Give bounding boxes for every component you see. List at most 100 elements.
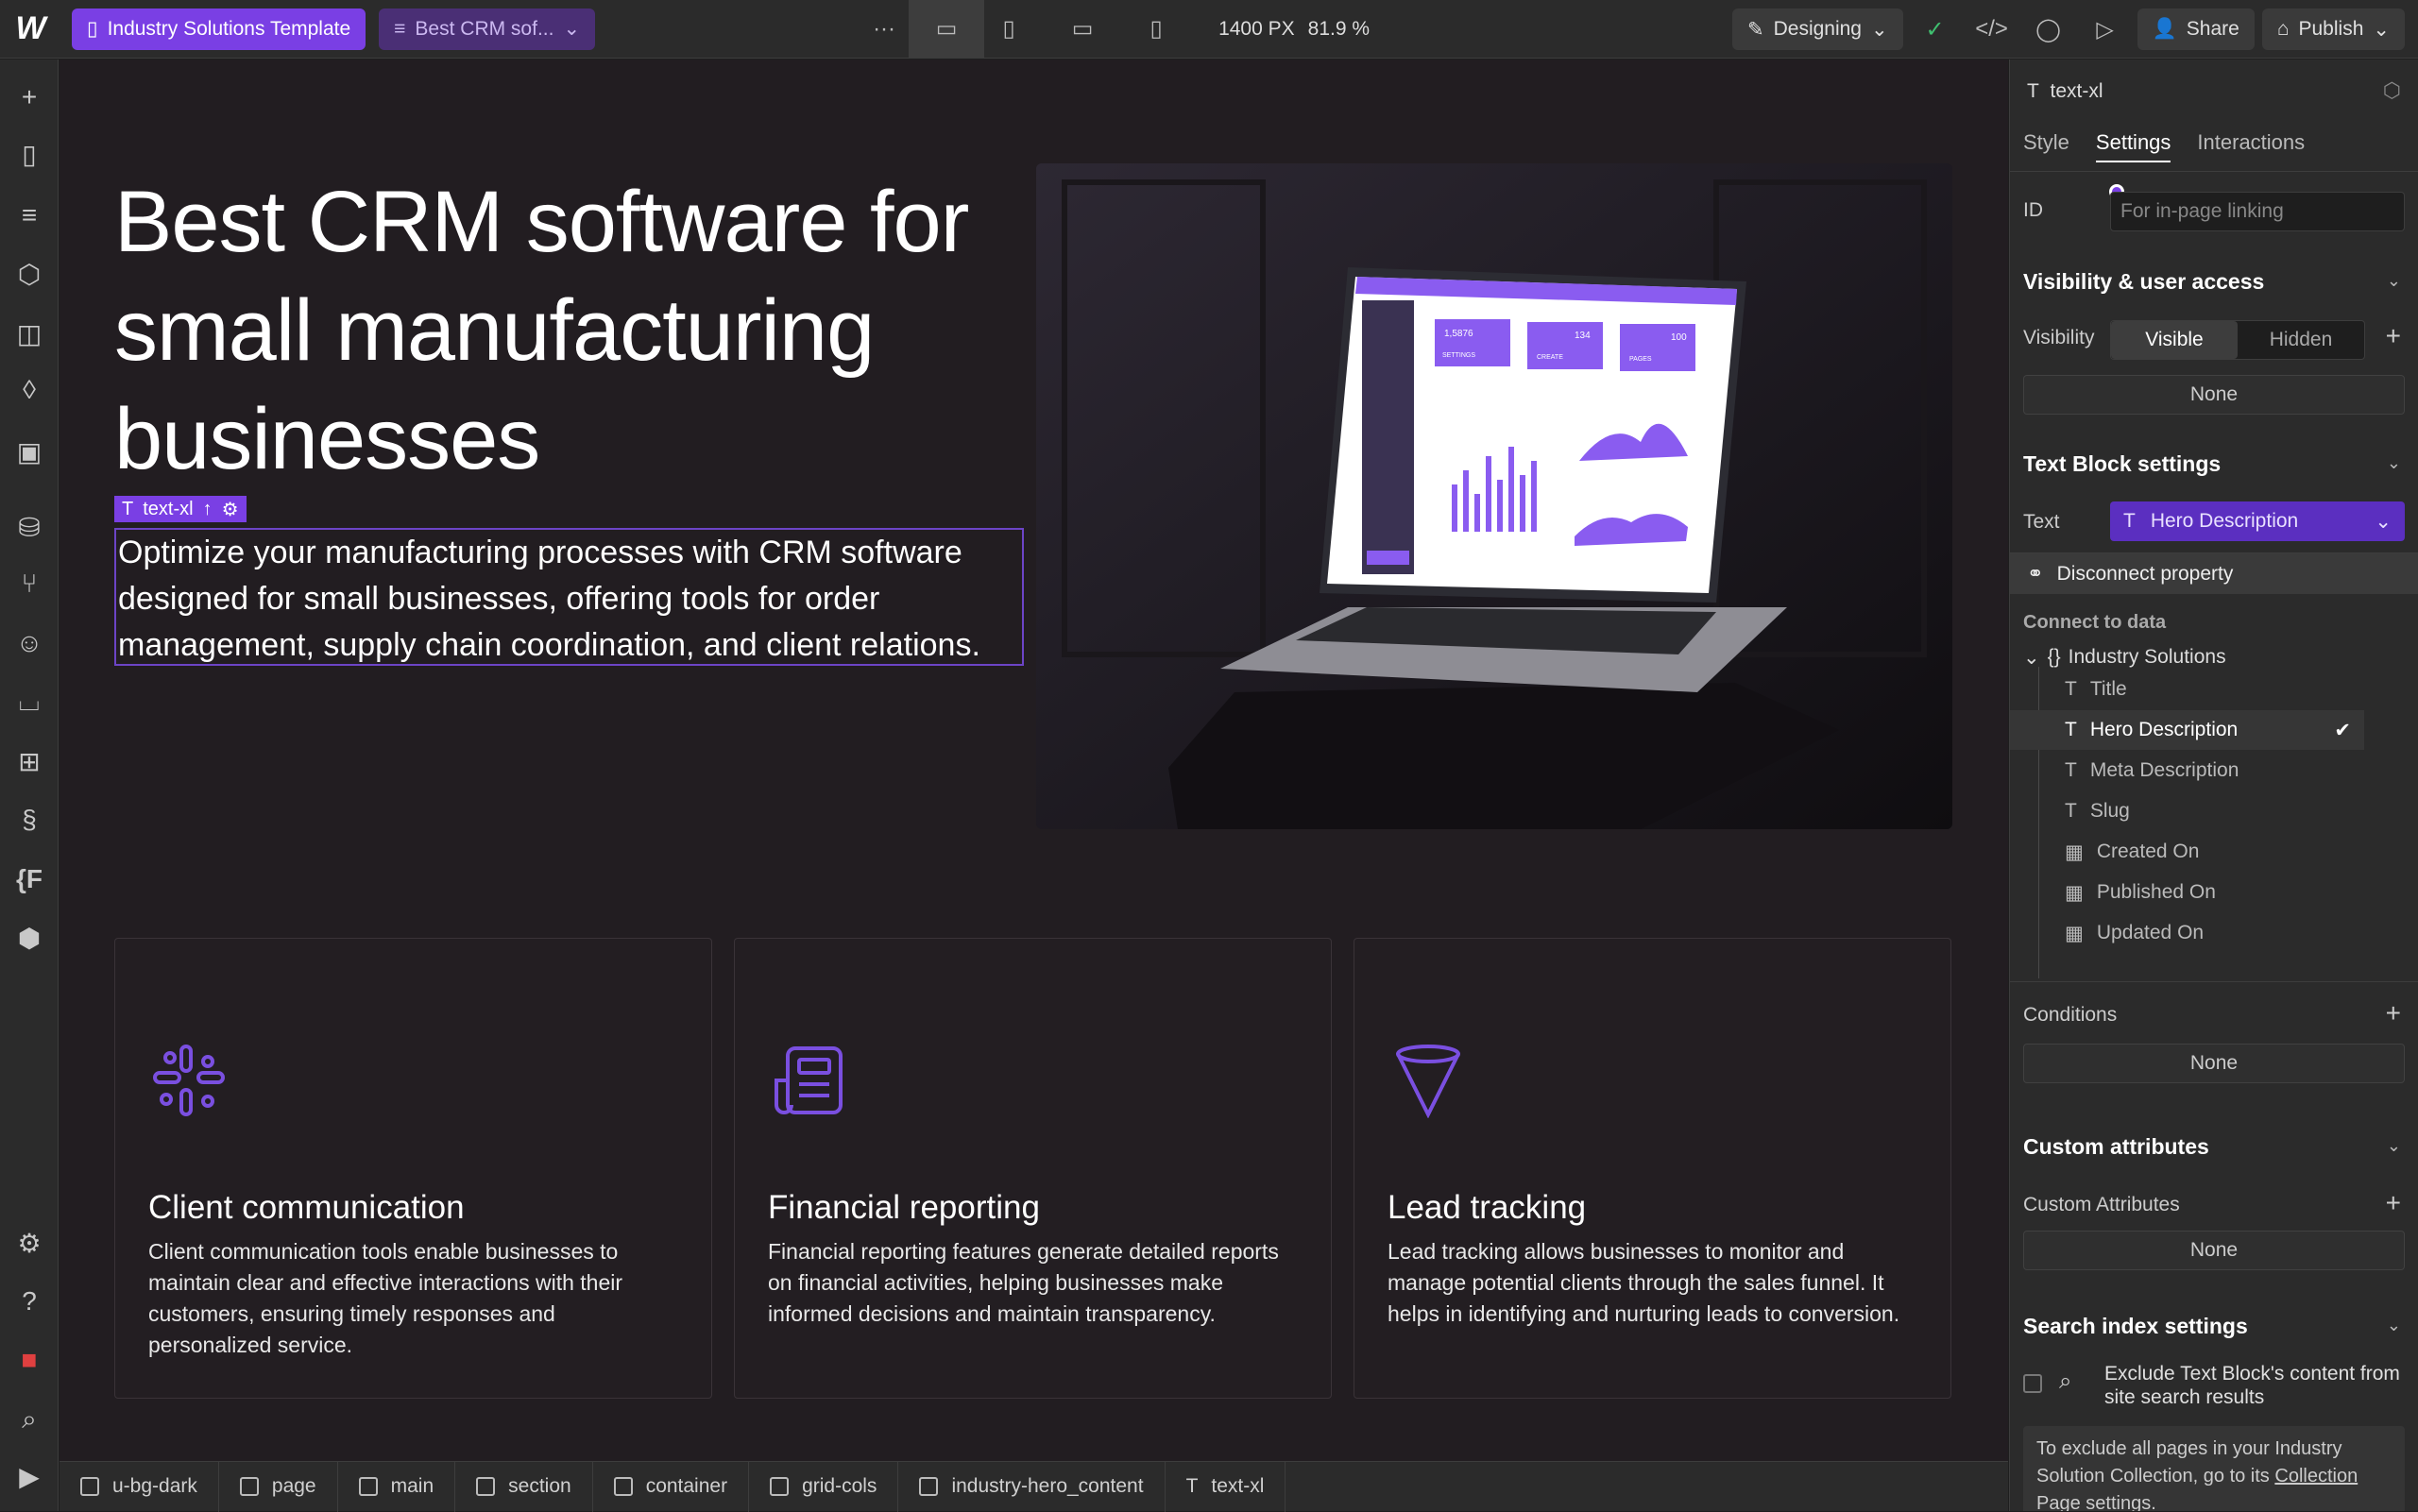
share-button[interactable]: 👤 Share [2137, 8, 2255, 50]
project-name: Industry Solutions Template [107, 17, 351, 40]
tab-settings[interactable]: Settings [2095, 130, 2171, 162]
text-icon: T [2123, 510, 2136, 532]
settings-icon[interactable]: ⚙ [0, 1219, 59, 1266]
check-status-icon[interactable]: ✓ [1911, 5, 1960, 54]
publish-button[interactable]: ⌂ Publish ⌄ [2261, 8, 2405, 50]
text-icon: T [2065, 759, 2077, 781]
conditions-none[interactable]: None [2023, 1044, 2405, 1083]
hero-title[interactable]: Best CRM software for small manufacturin… [114, 168, 1059, 494]
breadcrumb-item[interactable]: Ttext-xl [1166, 1461, 1286, 1512]
apps-icon[interactable]: ⊞ [0, 738, 59, 785]
hidden-option[interactable]: Hidden [2238, 321, 2364, 359]
calendar-icon: ▦ [2065, 922, 2084, 944]
users-icon[interactable]: ☺ [0, 620, 59, 667]
styles-icon[interactable]: ◫ [0, 310, 59, 357]
webflow-logo-icon[interactable]: W [0, 0, 59, 59]
field-item-meta-description[interactable]: T Meta Description [2065, 751, 2418, 790]
mockup-stat-3: 100 [1671, 332, 1687, 343]
design-canvas[interactable]: Best CRM software for small manufacturin… [60, 59, 2008, 1461]
collection-group[interactable]: ⌄ {} Industry Solutions [2023, 646, 2226, 670]
add-icon[interactable]: + [2386, 1188, 2401, 1218]
right-tools: ✎ Designing ⌄ ✓ </> ◯ ▷ 👤 Share ⌂ Publis… [1731, 0, 2405, 59]
tab-style[interactable]: Style [2023, 130, 2069, 162]
breadcrumb-item[interactable]: page [219, 1461, 338, 1512]
mobile-landscape-breakpoint-icon[interactable]: ▭ [1058, 5, 1107, 54]
component-icon[interactable]: ⬡ [2383, 78, 2401, 103]
project-switcher[interactable]: ▯ Industry Solutions Template [72, 8, 366, 50]
disconnect-property-item[interactable]: ⚭ Disconnect property [2010, 553, 2418, 594]
hero-description[interactable]: Optimize your manufacturing processes wi… [114, 528, 1024, 666]
breadcrumb-label: text-xl [1211, 1475, 1265, 1497]
exclude-checkbox[interactable] [2023, 1374, 2042, 1393]
field-item-slug[interactable]: T Slug [2065, 791, 2418, 831]
code-icon[interactable]: </> [1967, 5, 2017, 54]
search-index-section-title[interactable]: Search index settings [2023, 1314, 2248, 1339]
newspaper-icon [771, 1043, 846, 1118]
canvas-width: 1400 PX [1218, 17, 1295, 40]
desktop-breakpoint-icon[interactable]: ▭ [909, 0, 985, 59]
mobile-portrait-breakpoint-icon[interactable]: ▯ [1132, 5, 1181, 54]
collection-link[interactable]: Collection [2274, 1466, 2358, 1487]
chevron-down-icon[interactable]: ⌄ [2387, 453, 2401, 473]
field-item-title[interactable]: T Title [2065, 670, 2418, 709]
add-icon[interactable]: + [2386, 998, 2401, 1028]
chevron-down-icon[interactable]: ⌄ [2387, 1136, 2401, 1156]
field-label: Hero Description [2089, 719, 2239, 740]
feature-card-client-communication[interactable]: Client communication Client communicatio… [114, 938, 712, 1399]
custom-attributes-section-title[interactable]: Custom attributes [2023, 1134, 2209, 1160]
add-icon[interactable]: + [0, 74, 59, 121]
breadcrumb-item[interactable]: industry-hero_content [898, 1461, 1166, 1512]
text-block-section-title[interactable]: Text Block settings [2023, 451, 2221, 477]
pages-icon[interactable]: ▯ [0, 130, 59, 178]
variables-icon[interactable]: ◊ [0, 366, 59, 414]
package-icon[interactable]: ⬢ [0, 914, 59, 961]
breadcrumb-item[interactable]: grid-cols [749, 1461, 899, 1512]
field-item-published-on[interactable]: ▦ Published On [2065, 873, 2418, 912]
custom-attributes-none[interactable]: None [2023, 1231, 2405, 1270]
chevron-down-icon[interactable]: ⌄ [2387, 1316, 2401, 1335]
breadcrumb-item[interactable]: u-bg-dark [60, 1461, 219, 1512]
selection-label[interactable]: T text-xl ↑ ⚙ [114, 496, 247, 522]
feature-card-financial-reporting[interactable]: Financial reporting Financial reporting … [734, 938, 1332, 1399]
help-icon[interactable]: ? [0, 1278, 59, 1325]
card-text: Client communication tools enable busine… [148, 1239, 623, 1357]
components-icon[interactable]: ⬡ [0, 250, 59, 297]
search-info-box: To exclude all pages in your Industry So… [2023, 1426, 2405, 1511]
feature-card-lead-tracking[interactable]: Lead tracking Lead tracking allows busin… [1354, 938, 1951, 1399]
page-switcher[interactable]: ≡ Best CRM sof... ⌄ [379, 8, 596, 50]
text-icon: T [2065, 719, 2077, 740]
field-item-updated-on[interactable]: ▦ Updated On [2065, 913, 2418, 953]
record-icon[interactable]: ■ [0, 1336, 59, 1384]
ecommerce-icon[interactable]: ⌴ [0, 678, 59, 725]
mode-dropdown[interactable]: ✎ Designing ⌄ [1731, 8, 1903, 50]
comment-icon[interactable]: ◯ [2024, 5, 2073, 54]
breadcrumb-item[interactable]: container [593, 1461, 750, 1512]
field-item-created-on[interactable]: ▦ Created On [2065, 832, 2418, 872]
hero-image[interactable]: 1,5876 SETTINGS 134 CREATE 100 PAGES [1036, 163, 1952, 829]
preview-play-icon[interactable]: ▷ [2081, 5, 2130, 54]
breadcrumb-item[interactable]: section [455, 1461, 593, 1512]
breadcrumb-label: container [645, 1475, 728, 1497]
navigator-icon[interactable]: ≡ [0, 192, 59, 239]
visibility-section-title[interactable]: Visibility & user access [2023, 269, 2264, 295]
search-icon[interactable]: ⌕ [0, 1396, 59, 1443]
field-item-hero-description[interactable]: T Hero Description ✔ [2010, 710, 2364, 750]
cms-icon[interactable]: ⛁ [0, 503, 59, 551]
tablet-breakpoint-icon[interactable]: ▯ [984, 5, 1033, 54]
breadcrumb-item[interactable]: main [338, 1461, 456, 1512]
assets-icon[interactable]: ▣ [0, 428, 59, 475]
text-source-select[interactable]: T Hero Description ⌄ [2110, 501, 2405, 541]
custom-code-icon[interactable]: {F [0, 856, 59, 903]
check-icon: ✔ [2334, 719, 2351, 741]
visible-option[interactable]: Visible [2111, 321, 2238, 359]
more-icon[interactable]: ··· [860, 5, 909, 54]
visibility-none[interactable]: None [2023, 375, 2405, 415]
tab-interactions[interactable]: Interactions [2197, 130, 2305, 162]
video-icon[interactable]: ▶ [0, 1453, 59, 1500]
add-icon[interactable]: + [2386, 321, 2401, 351]
id-input[interactable]: For in-page linking [2110, 192, 2405, 231]
chevron-down-icon[interactable]: ⌄ [2387, 271, 2401, 291]
box-icon [919, 1477, 939, 1496]
flows-icon[interactable]: § [0, 796, 59, 843]
logic-icon[interactable]: ⑂ [0, 560, 59, 607]
